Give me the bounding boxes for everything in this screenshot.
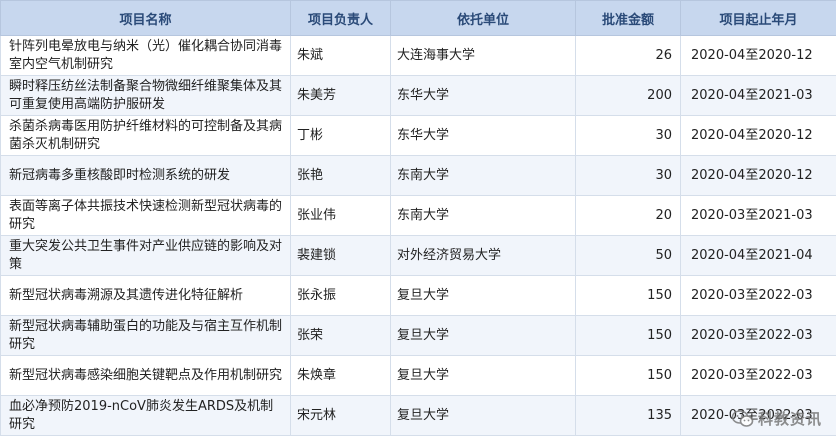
- project-table: 项目名称 项目负责人 依托单位 批准金额 项目起止年月 针阵列电晕放电与纳米（光…: [0, 0, 836, 436]
- wechat-icon: [731, 409, 754, 428]
- cell-approved-amount: 135: [575, 395, 681, 436]
- cell-project-leader: 张永振: [290, 275, 391, 316]
- cell-project-name: 杀菌杀病毒医用防护纤维材料的可控制备及其病菌杀灭机制研究: [0, 115, 291, 156]
- cell-project-name: 针阵列电晕放电与纳米（光）催化耦合协同消毒室内空气机制研究: [0, 35, 291, 76]
- cell-project-leader: 丁彬: [290, 115, 391, 156]
- cell-host-unit: 复旦大学: [390, 275, 576, 316]
- cell-host-unit: 东华大学: [390, 75, 576, 116]
- cell-approved-amount: 150: [575, 275, 681, 316]
- table-row: 重大突发公共卫生事件对产业供应链的影响及对策 裴建锁 对外经济贸易大学 50 2…: [0, 235, 836, 276]
- cell-host-unit: 复旦大学: [390, 395, 576, 436]
- cell-approved-amount: 50: [575, 235, 681, 276]
- cell-project-leader: 张艳: [290, 155, 391, 196]
- table-row: 针阵列电晕放电与纳米（光）催化耦合协同消毒室内空气机制研究 朱斌 大连海事大学 …: [0, 35, 836, 76]
- cell-approved-amount: 200: [575, 75, 681, 116]
- table-container: 项目名称 项目负责人 依托单位 批准金额 项目起止年月 针阵列电晕放电与纳米（光…: [0, 0, 836, 437]
- cell-host-unit: 大连海事大学: [390, 35, 576, 76]
- cell-host-unit: 复旦大学: [390, 355, 576, 396]
- cell-project-leader: 张荣: [290, 315, 391, 356]
- table-row: 血必净预防2019-nCoV肺炎发生ARDS及机制研究 宋元林 复旦大学 135…: [0, 395, 836, 436]
- table-header: 项目名称 项目负责人 依托单位 批准金额 项目起止年月: [0, 0, 836, 36]
- table-row: 新冠病毒多重核酸即时检测系统的研发 张艳 东南大学 30 2020-04至202…: [0, 155, 836, 196]
- table-row: 新型冠状病毒辅助蛋白的功能及与宿主互作机制研究 张荣 复旦大学 150 2020…: [0, 315, 836, 356]
- cell-project-name: 表面等离子体共振技术快速检测新型冠状病毒的研究: [0, 195, 291, 236]
- cell-project-name: 新型冠状病毒感染细胞关键靶点及作用机制研究: [0, 355, 291, 396]
- cell-host-unit: 东华大学: [390, 115, 576, 156]
- cell-approved-amount: 20: [575, 195, 681, 236]
- cell-project-period: 2020-04至2020-12: [680, 115, 836, 156]
- cell-project-period: 2020-04至2020-12: [680, 35, 836, 76]
- header-host-unit[interactable]: 依托单位: [390, 0, 576, 36]
- table-body: 针阵列电晕放电与纳米（光）催化耦合协同消毒室内空气机制研究 朱斌 大连海事大学 …: [0, 35, 836, 436]
- cell-project-leader: 朱美芳: [290, 75, 391, 116]
- watermark-text: 科教资讯: [757, 410, 822, 428]
- cell-approved-amount: 150: [575, 315, 681, 356]
- cell-project-name: 重大突发公共卫生事件对产业供应链的影响及对策: [0, 235, 291, 276]
- header-project-leader[interactable]: 项目负责人: [290, 0, 391, 36]
- cell-host-unit: 复旦大学: [390, 315, 576, 356]
- watermark: 科教资讯: [731, 408, 822, 429]
- table-row: 新型冠状病毒溯源及其遗传进化特征解析 张永振 复旦大学 150 2020-03至…: [0, 275, 836, 316]
- cell-project-leader: 裴建锁: [290, 235, 391, 276]
- cell-host-unit: 东南大学: [390, 195, 576, 236]
- cell-approved-amount: 30: [575, 115, 681, 156]
- cell-approved-amount: 150: [575, 355, 681, 396]
- cell-host-unit: 东南大学: [390, 155, 576, 196]
- cell-project-period: 2020-03至2021-03: [680, 195, 836, 236]
- cell-project-period: 2020-03至2022-03: [680, 315, 836, 356]
- table-row: 表面等离子体共振技术快速检测新型冠状病毒的研究 张业伟 东南大学 20 2020…: [0, 195, 836, 236]
- cell-project-period: 2020-03至2022-03: [680, 275, 836, 316]
- table-row: 杀菌杀病毒医用防护纤维材料的可控制备及其病菌杀灭机制研究 丁彬 东华大学 30 …: [0, 115, 836, 156]
- table-row: 新型冠状病毒感染细胞关键靶点及作用机制研究 朱焕章 复旦大学 150 2020-…: [0, 355, 836, 396]
- table-row: 瞬时释压纺丝法制备聚合物微细纤维聚集体及其可重复使用高端防护服研发 朱美芳 东华…: [0, 75, 836, 116]
- header-project-period[interactable]: 项目起止年月: [680, 0, 836, 36]
- cell-project-name: 新型冠状病毒溯源及其遗传进化特征解析: [0, 275, 291, 316]
- cell-project-leader: 朱焕章: [290, 355, 391, 396]
- cell-project-leader: 张业伟: [290, 195, 391, 236]
- header-project-name[interactable]: 项目名称: [0, 0, 291, 36]
- cell-project-period: 2020-04至2020-12: [680, 155, 836, 196]
- cell-project-name: 瞬时释压纺丝法制备聚合物微细纤维聚集体及其可重复使用高端防护服研发: [0, 75, 291, 116]
- cell-project-leader: 朱斌: [290, 35, 391, 76]
- cell-approved-amount: 26: [575, 35, 681, 76]
- cell-project-name: 新型冠状病毒辅助蛋白的功能及与宿主互作机制研究: [0, 315, 291, 356]
- header-row: 项目名称 项目负责人 依托单位 批准金额 项目起止年月: [0, 0, 836, 36]
- cell-project-leader: 宋元林: [290, 395, 391, 436]
- cell-project-period: 2020-04至2021-03: [680, 75, 836, 116]
- cell-host-unit: 对外经济贸易大学: [390, 235, 576, 276]
- cell-project-name: 新冠病毒多重核酸即时检测系统的研发: [0, 155, 291, 196]
- cell-project-name: 血必净预防2019-nCoV肺炎发生ARDS及机制研究: [0, 395, 291, 436]
- header-approved-amount[interactable]: 批准金额: [575, 0, 681, 36]
- cell-project-period: 2020-03至2022-03: [680, 355, 836, 396]
- cell-approved-amount: 30: [575, 155, 681, 196]
- cell-project-period: 2020-04至2021-04: [680, 235, 836, 276]
